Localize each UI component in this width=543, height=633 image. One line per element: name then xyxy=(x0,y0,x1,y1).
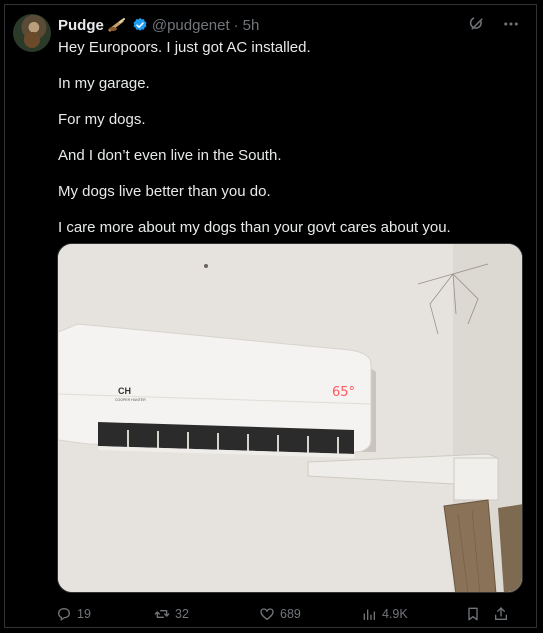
views-icon xyxy=(363,609,375,620)
share-icon xyxy=(495,607,507,620)
tweet-line: My dogs live better than you do. xyxy=(58,183,271,200)
author-name[interactable]: Pudge xyxy=(58,17,104,34)
ac-temperature-display: 65° xyxy=(332,385,355,400)
avatar[interactable] xyxy=(13,14,51,52)
grok-icon[interactable] xyxy=(467,14,487,34)
timestamp[interactable]: 5h xyxy=(243,17,260,34)
more-icon[interactable] xyxy=(501,14,521,34)
repost-button[interactable]: 32 xyxy=(154,606,259,622)
repost-icon xyxy=(154,610,170,618)
ac-brand-subtext: COOPER HUNTER xyxy=(115,398,146,402)
tweet-photo[interactable]: CH COOPER HUNTER 65° xyxy=(57,243,523,593)
tweet-line: I care more about my dogs than your govt… xyxy=(58,219,451,236)
tweet-header: Pudge @pudgenet · 5h xyxy=(58,16,259,34)
reply-count: 19 xyxy=(77,607,91,621)
views-button[interactable]: 4.9K xyxy=(361,606,465,622)
tweet-line: In my garage. xyxy=(58,75,150,92)
share-button[interactable] xyxy=(493,606,513,622)
ac-brand-logo: CH xyxy=(118,386,131,396)
bookmark-icon xyxy=(468,607,478,621)
tweet-line: Hey Europoors. I just got AC installed. xyxy=(58,39,311,56)
reply-button[interactable]: 19 xyxy=(56,606,154,622)
tweet-actions: 19 32 689 4.9K xyxy=(56,604,526,624)
like-button[interactable]: 689 xyxy=(259,606,361,622)
author-handle[interactable]: @pudgenet xyxy=(152,17,230,34)
repost-count: 32 xyxy=(175,607,189,621)
reply-icon xyxy=(57,607,71,621)
like-icon xyxy=(260,608,274,621)
like-count: 689 xyxy=(280,607,301,621)
separator-dot: · xyxy=(233,16,239,34)
tweet-top-actions xyxy=(467,14,521,34)
tweet-line: For my dogs. xyxy=(58,111,146,128)
tweet-text: Hey Europoors. I just got AC installed. … xyxy=(58,38,518,254)
views-count: 4.9K xyxy=(382,607,408,621)
tweet-line: And I don’t even live in the South. xyxy=(58,147,282,164)
verified-badge-icon xyxy=(132,17,148,33)
pen-emoji-icon xyxy=(108,18,128,32)
bookmark-button[interactable] xyxy=(465,606,493,622)
